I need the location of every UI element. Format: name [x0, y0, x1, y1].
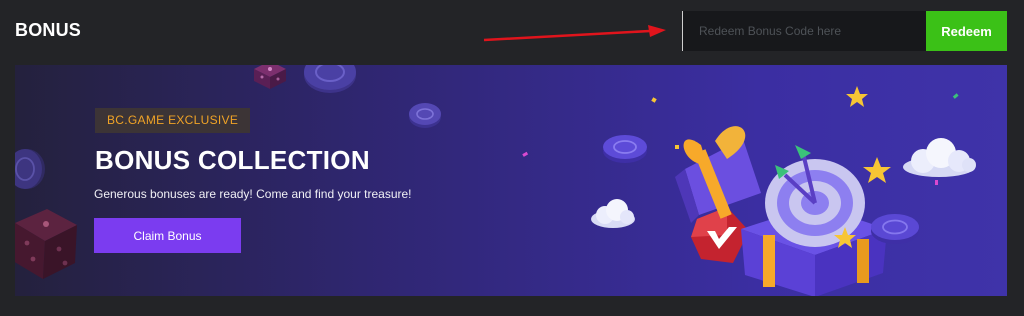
banner-subtext: Generous bonuses are ready! Come and fin… [94, 187, 412, 201]
coin-icon [409, 103, 441, 128]
confetti-decoration [522, 93, 959, 185]
dice-icon [254, 65, 286, 89]
redeem-code-input[interactable] [682, 11, 926, 51]
banner-headline: BONUS COLLECTION [95, 145, 370, 175]
arrow-annotation-icon [483, 25, 666, 42]
coin-icon [15, 149, 45, 189]
coin-icon [304, 65, 356, 93]
page-title: BONUS [15, 20, 82, 40]
redeem-code-form: Redeem [682, 11, 1007, 51]
claim-bonus-button[interactable]: Claim Bonus [94, 218, 241, 253]
redeem-button[interactable]: Redeem [926, 11, 1007, 51]
bonus-banner: BC.GAME EXCLUSIVE BONUS COLLECTION Gener… [15, 65, 1007, 296]
dice-icon [15, 209, 77, 279]
top-bar: BONUS Redeem [0, 0, 1024, 62]
exclusive-badge: BC.GAME EXCLUSIVE [95, 108, 251, 133]
